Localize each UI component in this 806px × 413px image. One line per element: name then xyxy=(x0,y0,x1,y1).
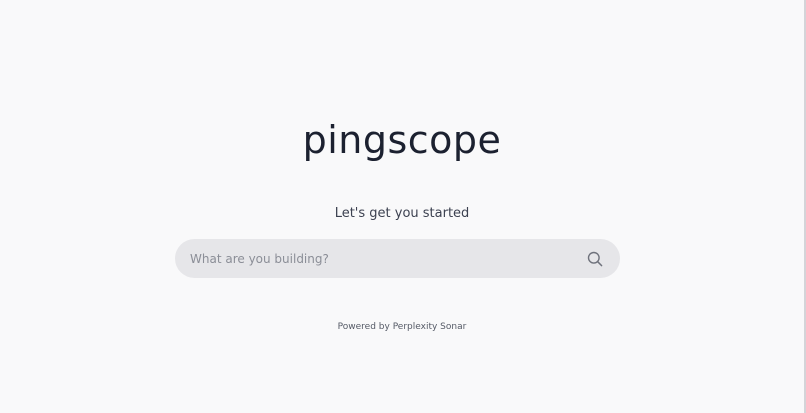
search-icon xyxy=(587,251,603,266)
search-input[interactable] xyxy=(190,239,577,278)
landing-page: pingscope Let's get you started Powered … xyxy=(0,0,804,413)
search-button[interactable] xyxy=(577,241,613,277)
brand-logo: pingscope xyxy=(302,118,502,162)
search-bar xyxy=(175,239,620,278)
page-subtitle: Let's get you started xyxy=(334,206,470,221)
powered-by-text: Powered by Perplexity Sonar xyxy=(337,322,467,332)
